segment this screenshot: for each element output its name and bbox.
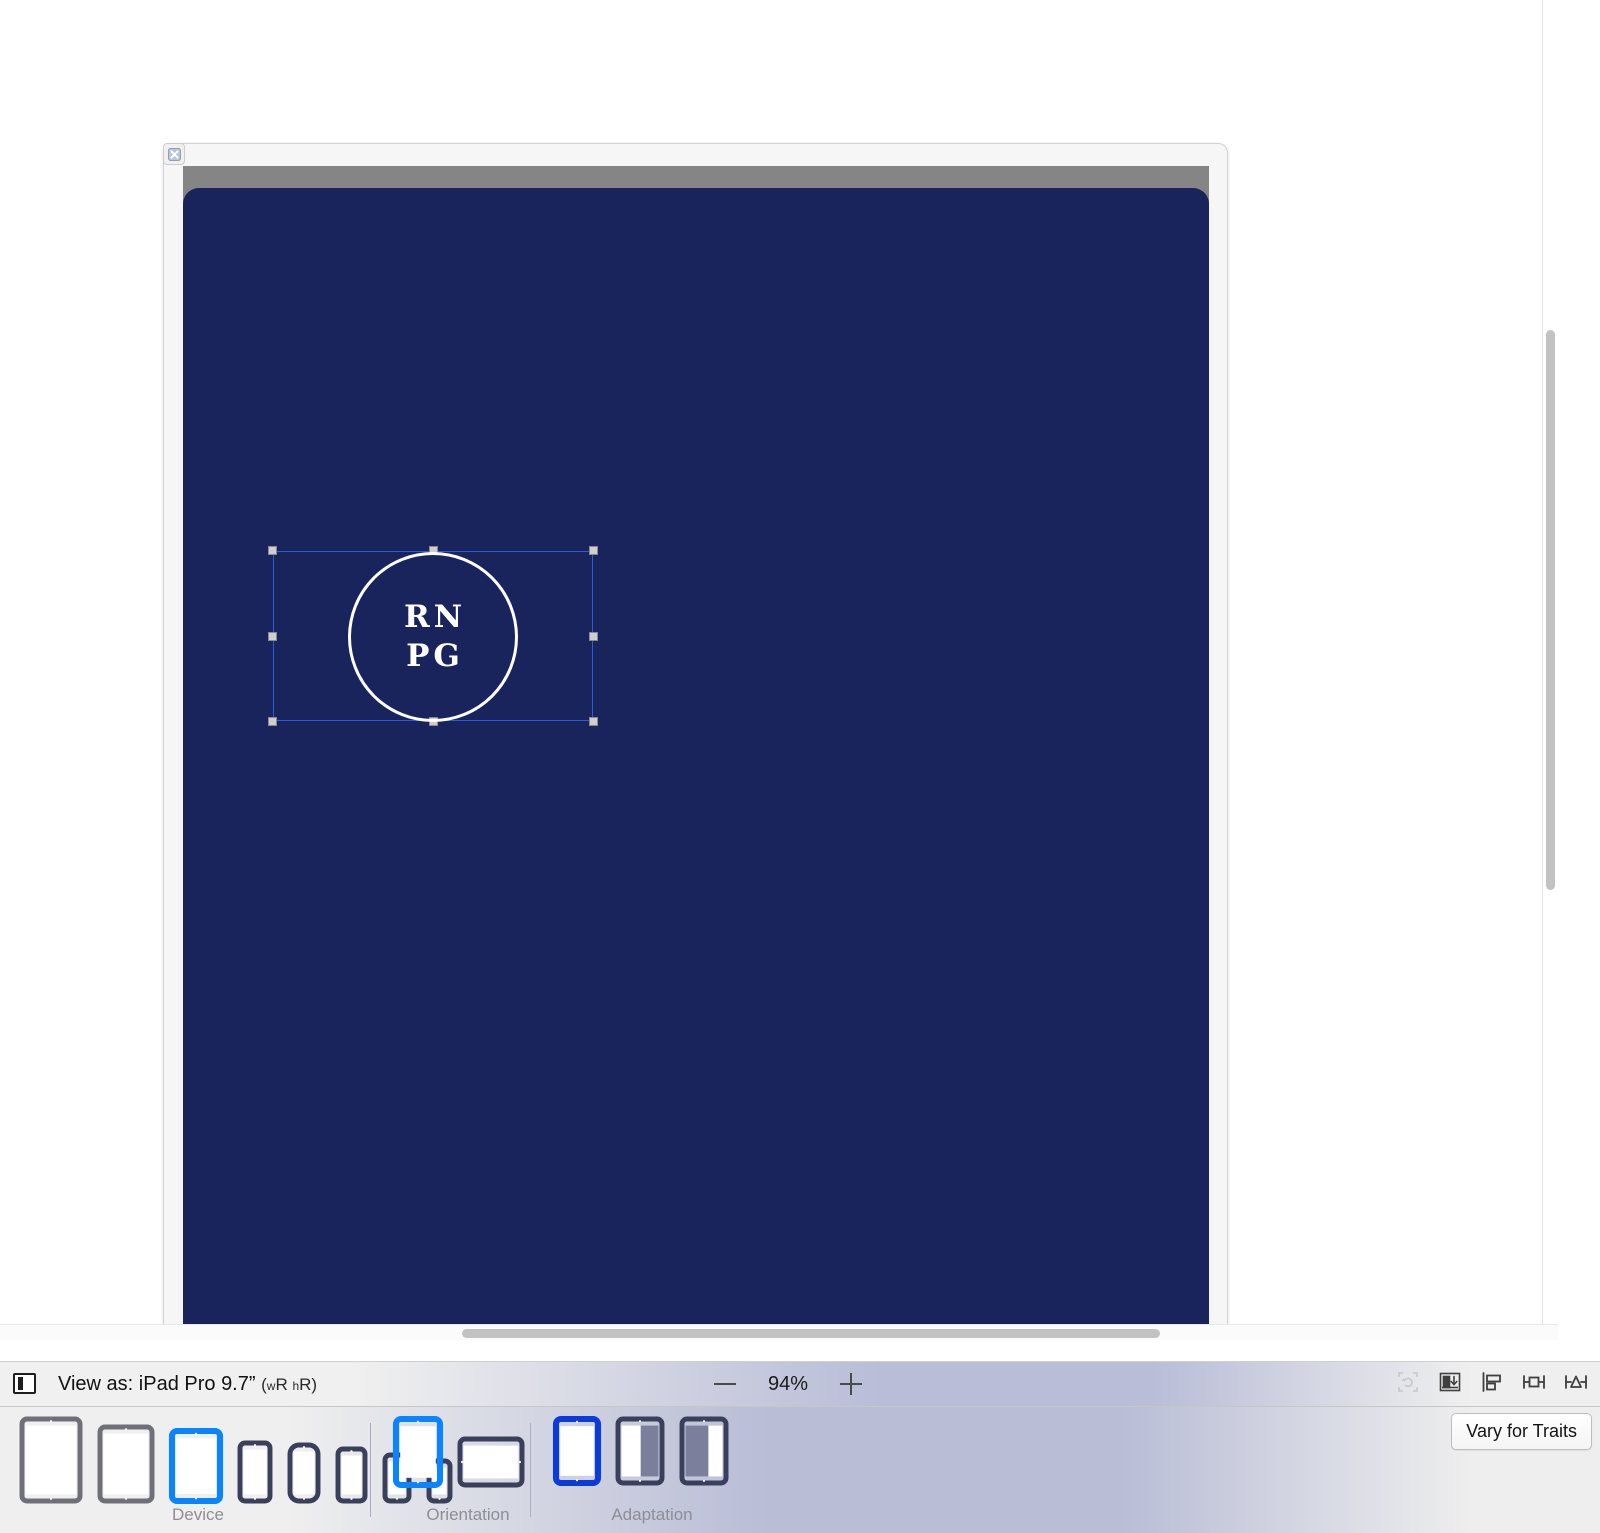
orientation-landscape[interactable]: [456, 1435, 526, 1489]
resize-handle-top-left[interactable]: [268, 546, 277, 555]
resize-handle-bottom-right[interactable]: [589, 717, 598, 726]
device-iphone-8-plus[interactable]: [334, 1445, 369, 1505]
logo-circle[interactable]: RN PG: [348, 552, 518, 722]
zoom-in-button[interactable]: [838, 1369, 864, 1399]
view-as-traits: (wR hR): [261, 1375, 317, 1394]
device-iphone-x[interactable]: [286, 1441, 322, 1505]
adaptation-split-one-third[interactable]: [678, 1415, 730, 1487]
device-screen[interactable]: [183, 188, 1209, 1340]
device-frame-ipad: [163, 143, 1228, 1340]
interface-builder-canvas-screen: RN PG View as: iPad Pro 9.7” (wR hR) 94%: [0, 0, 1600, 1533]
device-group-adaptation: Adaptation: [552, 1407, 752, 1533]
align-icon[interactable]: [1478, 1368, 1506, 1398]
close-icon[interactable]: [163, 143, 185, 165]
bottom-bar: View as: iPad Pro 9.7” (wR hR) 94% Devic…: [0, 1361, 1600, 1533]
device-ipad-10-5[interactable]: [96, 1423, 156, 1505]
device-chooser-strip: Device Orientation Adaptation: [0, 1407, 1600, 1533]
zoom-out-button[interactable]: [712, 1369, 738, 1399]
zoom-level-value: 94%: [767, 1372, 809, 1395]
update-frames-icon[interactable]: [1394, 1368, 1422, 1398]
adaptation-full-screen[interactable]: [552, 1415, 602, 1487]
device-group-orientation: Orientation: [392, 1407, 544, 1533]
traits-paren-close: ): [311, 1375, 318, 1394]
logo-line-2: PG: [406, 638, 464, 674]
vertical-scrollbar[interactable]: [1542, 0, 1558, 1340]
device-group-label: Adaptation: [611, 1505, 693, 1524]
horizontal-scrollbar-thumb[interactable]: [462, 1329, 1160, 1338]
device-iphone-xs-max[interactable]: [236, 1439, 274, 1505]
view-as-bar: View as: iPad Pro 9.7” (wR hR) 94%: [0, 1361, 1600, 1407]
traits-h: R: [299, 1375, 312, 1394]
device-group-label: Device: [172, 1505, 224, 1524]
group-divider: [370, 1423, 371, 1517]
view-as-label[interactable]: View as: iPad Pro 9.7” (wR hR): [58, 1373, 317, 1396]
vertical-scrollbar-thumb[interactable]: [1546, 330, 1555, 890]
device-group-row: [392, 1415, 526, 1489]
device-group-row: [552, 1415, 730, 1487]
resize-handle-middle-left[interactable]: [268, 631, 277, 641]
device-group-label: Orientation: [426, 1505, 510, 1524]
traits-w: R: [275, 1375, 288, 1394]
resize-handle-bottom-left[interactable]: [268, 717, 277, 726]
view-as-device: iPad Pro 9.7”: [138, 1373, 256, 1395]
horizontal-scrollbar[interactable]: [0, 1324, 1558, 1340]
auto-layout-toolbar: [1394, 1368, 1590, 1398]
adaptation-split-two-thirds[interactable]: [614, 1415, 666, 1487]
device-ipad-9-7[interactable]: [168, 1427, 224, 1505]
resize-handle-middle-right[interactable]: [589, 631, 598, 641]
device-group-row: [18, 1415, 454, 1505]
canvas-area[interactable]: RN PG: [0, 0, 1558, 1340]
embed-in-icon[interactable]: [1436, 1368, 1464, 1398]
document-outline-toggle-icon[interactable]: [13, 1373, 36, 1394]
resolve-auto-layout-issues-icon[interactable]: [1562, 1368, 1590, 1398]
device-ipad-12-9[interactable]: [18, 1415, 84, 1505]
resize-handle-top-right[interactable]: [589, 546, 598, 555]
zoom-controls: 94%: [712, 1369, 864, 1399]
logo-line-1: RN: [403, 599, 467, 636]
vary-for-traits-button[interactable]: Vary for Traits: [1451, 1413, 1592, 1450]
group-divider: [530, 1423, 531, 1517]
orientation-portrait[interactable]: [392, 1415, 444, 1489]
view-as-prefix: View as:: [58, 1373, 134, 1395]
add-new-constraints-icon[interactable]: [1520, 1368, 1548, 1398]
device-group-device: Device: [18, 1407, 453, 1533]
